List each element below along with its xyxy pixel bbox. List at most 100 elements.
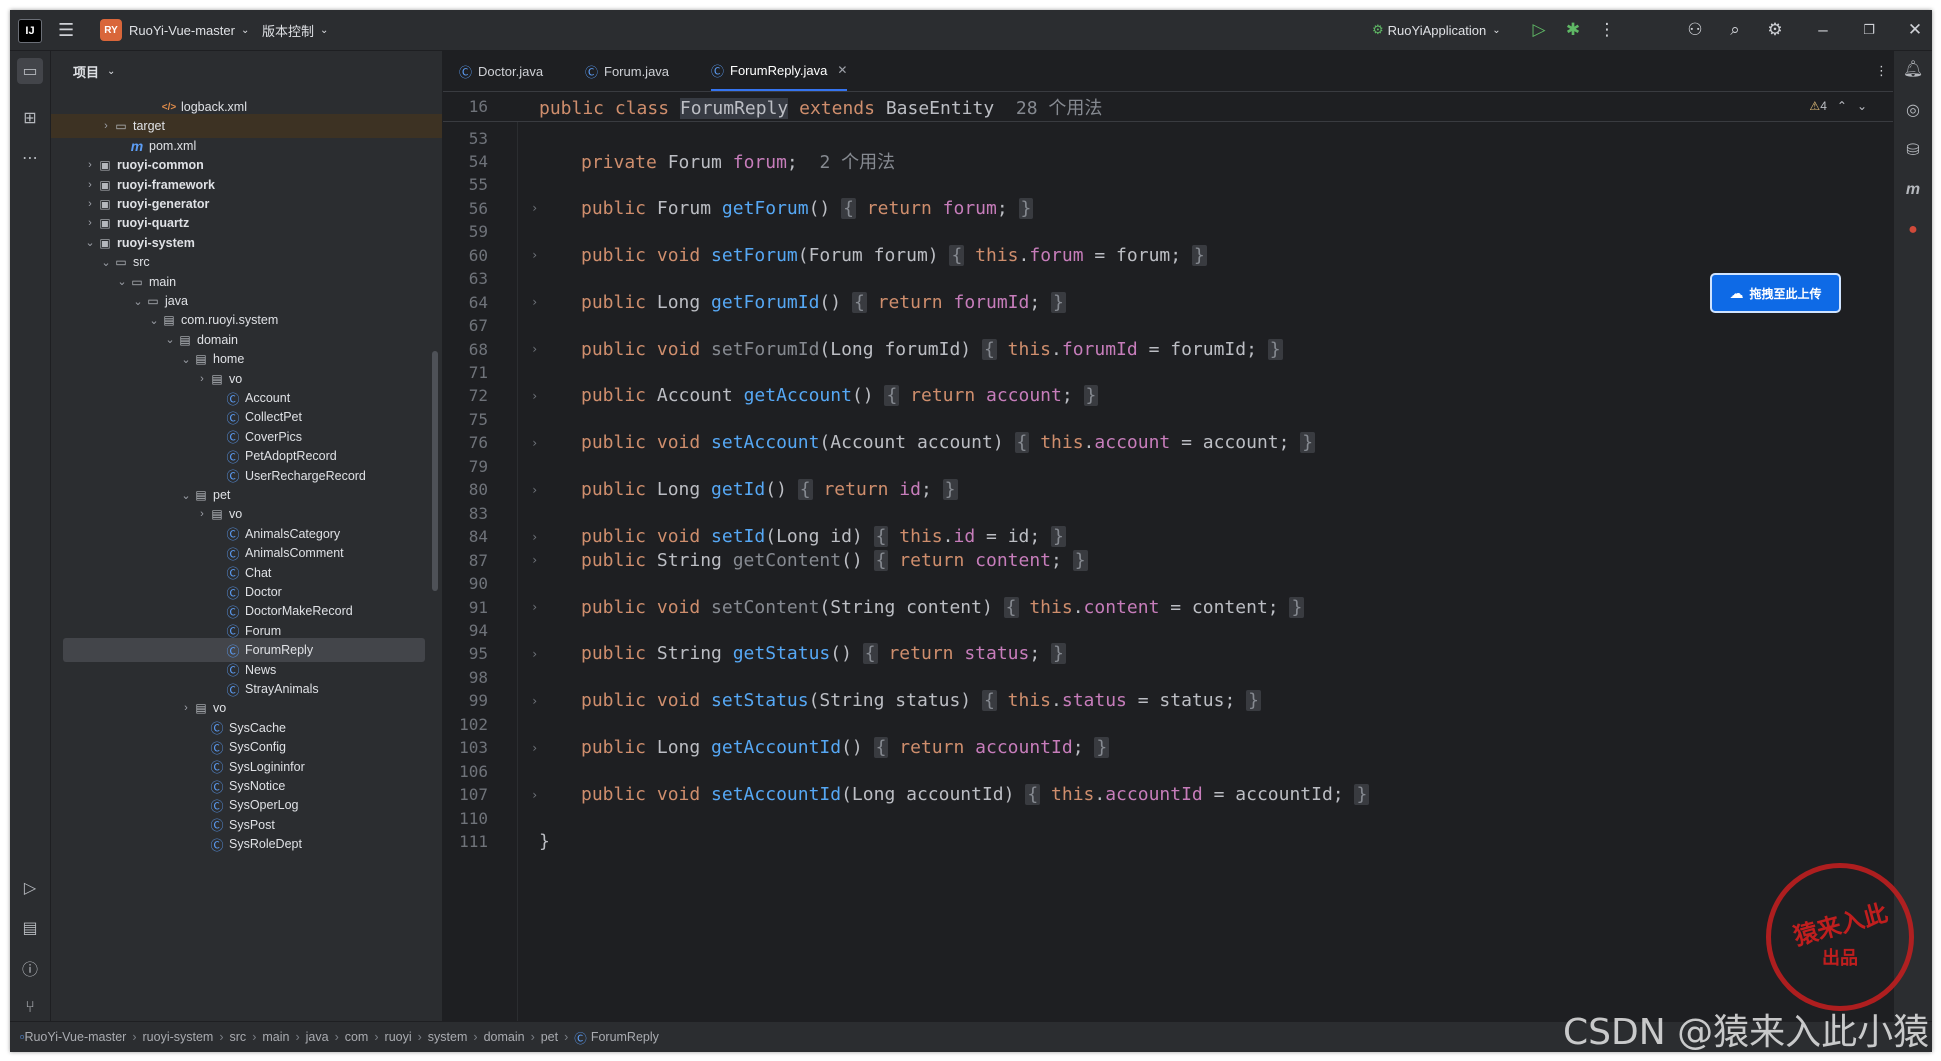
plugin-icon[interactable]: ● [1900,217,1926,243]
add-user-icon[interactable]: ⚇ [1682,10,1708,50]
settings-icon[interactable]: ⚙ [1762,10,1788,50]
fold-chevron-icon[interactable]: › [531,295,538,309]
chevron-down-icon[interactable]: ⌄ [179,353,193,366]
fold-chevron-icon[interactable]: › [531,741,538,755]
chevron-right-icon[interactable]: › [99,120,113,132]
breadcrumb-item[interactable]: domain [484,1030,525,1044]
code-line[interactable]: 59 [443,220,1913,244]
project-switcher[interactable]: RuoYi-Vue-master ⌄ [129,10,249,50]
terminal-icon[interactable]: ▤ [17,915,43,941]
code-line[interactable]: 91 › public void setContent(String content… [443,595,1913,619]
fold-chevron-icon[interactable]: › [531,694,538,708]
code-line[interactable]: 67 [443,314,1913,338]
fold-chevron-icon[interactable]: › [531,248,538,262]
fold-chevron-icon[interactable]: › [531,647,538,661]
chevron-down-icon[interactable]: ⌄ [179,489,193,502]
restore-icon[interactable]: ❐ [1856,10,1882,50]
breadcrumb-item[interactable]: system [428,1030,468,1044]
code-line[interactable]: 95 › public String getStatus() { return st… [443,642,1913,666]
code-line[interactable]: 72 › public Account getAccount() { return … [443,384,1913,408]
chevron-down-icon[interactable]: ⌄ [115,275,129,288]
inspection-widget[interactable]: ⚠4 ⌃ ⌄ [1809,99,1867,113]
fold-chevron-icon[interactable]: › [531,436,538,450]
code-line[interactable]: 75 [443,407,1913,431]
code-line[interactable]: 80 › public Long getId() { return id; } [443,478,1913,502]
tab-options-icon[interactable]: ⋮ [1875,51,1888,91]
breadcrumb-item[interactable]: ForumReply [591,1030,659,1044]
code-line[interactable]: 107 › public void setAccountId(Long accoun… [443,783,1913,807]
fold-chevron-icon[interactable]: › [531,553,538,567]
breadcrumb-item[interactable]: ruoyi-system [143,1030,214,1044]
project-scrollbar[interactable] [432,351,438,591]
run-config-selector[interactable]: ⚙ RuoYiApplication ⌄ [1372,10,1501,50]
breadcrumb-item[interactable]: pet [541,1030,558,1044]
code-line[interactable]: 90 [443,572,1913,596]
project-panel-header[interactable]: 项目 ⌄ [51,51,442,91]
main-menu-icon[interactable]: ☰ [58,10,80,50]
tab-forum-java[interactable]: Ⓒ Forum.java [585,51,669,91]
chevron-down-icon[interactable]: ⌄ [99,256,113,269]
chevron-right-icon[interactable]: › [83,198,97,210]
debug-icon[interactable]: ✱ [1560,10,1586,50]
problems-icon[interactable]: ⓘ [17,955,43,981]
code-line[interactable]: 76 › public void setAccount(Account accoun… [443,431,1913,455]
breadcrumb-item[interactable]: java [306,1030,329,1044]
chevron-down-icon[interactable]: ⌄ [83,236,97,249]
fold-chevron-icon[interactable]: › [531,788,538,802]
search-icon[interactable]: ⌕ [1722,10,1748,50]
code-line[interactable]: 87 › public String getContent() { return c… [443,548,1913,572]
minimize-icon[interactable]: – [1810,10,1836,50]
code-line[interactable]: 102 [443,712,1913,736]
code-line[interactable]: 111} [443,830,1913,854]
fold-chevron-icon[interactable]: › [531,483,538,497]
fold-chevron-icon[interactable]: › [531,600,538,614]
breadcrumb-item[interactable]: ruoyi [385,1030,412,1044]
close-tab-icon[interactable]: ✕ [837,63,847,77]
fold-chevron-icon[interactable]: › [531,342,538,356]
code-line[interactable]: 103 › public Long getAccountId() { return … [443,736,1913,760]
code-line[interactable]: 94 [443,618,1913,642]
project-badge[interactable]: RY [100,19,122,41]
chevron-right-icon[interactable]: › [195,373,209,385]
structure-tool-icon[interactable]: ⊞ [17,105,43,131]
close-icon[interactable]: ✕ [1902,10,1928,50]
run-icon[interactable]: ▷ [1526,10,1552,50]
upload-drop-button[interactable]: ☁ 拖拽至此上传 [1710,273,1841,313]
code-line[interactable]: 83 [443,501,1913,525]
git-icon[interactable]: ⑂ [17,995,43,1021]
chevron-down-icon[interactable]: ⌄ [163,333,177,346]
breadcrumb-item[interactable]: src [230,1030,247,1044]
code-line[interactable]: 110 [443,806,1913,830]
code-line[interactable]: 99 › public void setStatus(String status) … [443,689,1913,713]
code-line[interactable]: 84 › public void setId(Long id) { this.id … [443,525,1913,549]
fold-chevron-icon[interactable]: › [531,530,538,544]
tab-forumreply-java[interactable]: Ⓒ ForumReply.java ✕ [711,51,848,91]
code-line[interactable]: 63 [443,267,1913,291]
fold-chevron-icon[interactable]: › [531,201,538,215]
code-line[interactable]: 56 › public Forum getForum() { return foru… [443,196,1913,220]
chevron-right-icon[interactable]: › [83,159,97,171]
chevron-right-icon[interactable]: › [195,508,209,520]
code-line[interactable]: 71 [443,361,1913,385]
ai-assistant-icon[interactable]: ◎ [1900,97,1926,123]
code-line[interactable]: 55 [443,173,1913,197]
sticky-class-header[interactable]: 16 public class ForumReply extends BaseEn… [443,92,1913,122]
tree-item-class[interactable]: Ⓒ SysRoleDept [51,832,442,856]
code-line[interactable]: 60 › public void setForum(Forum forum) { t… [443,243,1913,267]
vcs-menu[interactable]: 版本控制 ⌄ [262,10,328,50]
code-line[interactable]: 64 › public Long getForumId() { return for… [443,290,1913,314]
code-line[interactable]: 79 [443,454,1913,478]
code-line[interactable]: 54 private Forum forum; 2 个用法 [443,149,1913,174]
code-editor[interactable]: 16 public class ForumReply extends BaseEn… [443,92,1913,1022]
breadcrumb-item[interactable]: RuoYi-Vue-master [24,1030,126,1044]
chevron-right-icon[interactable]: › [83,179,97,191]
project-tool-icon[interactable]: ▭ [17,58,43,84]
database-icon[interactable]: ⛁ [1900,137,1926,163]
chevron-down-icon[interactable]: ⌄ [147,314,161,327]
breadcrumb-item[interactable]: main [262,1030,289,1044]
chevron-right-icon[interactable]: › [83,217,97,229]
code-line[interactable]: 106 [443,759,1913,783]
code-line[interactable]: 68 › public void setForumId(Long forumId) … [443,337,1913,361]
breadcrumb-item[interactable]: com [345,1030,369,1044]
code-line[interactable]: 98 [443,665,1913,689]
